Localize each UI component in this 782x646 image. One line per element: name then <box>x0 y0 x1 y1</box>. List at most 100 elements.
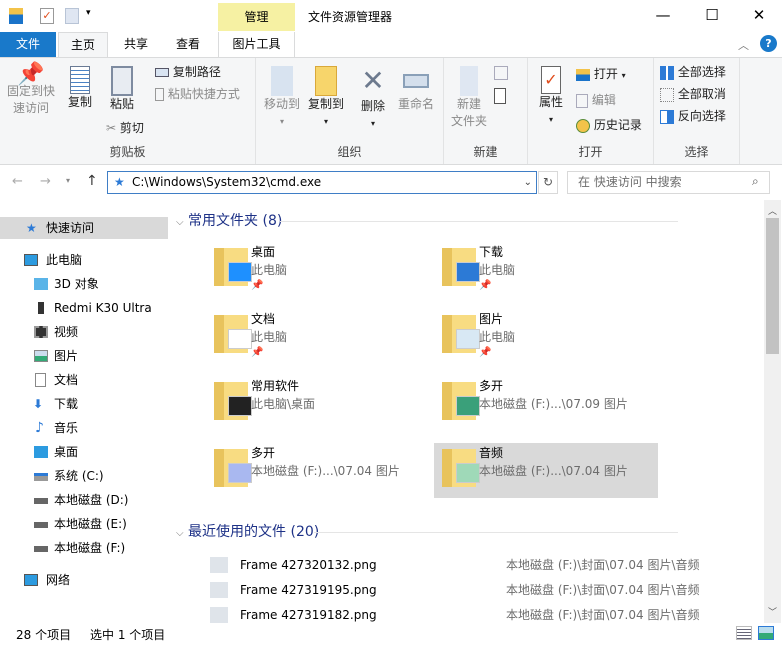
scroll-up-icon[interactable]: ︿ <box>768 204 777 217</box>
customize-toolbar-icon[interactable]: ▾ <box>86 8 91 18</box>
history-button[interactable]: 历史记录 <box>576 117 642 134</box>
pin-quick-access-button[interactable]: 📌 固定到快 速访问 <box>4 64 58 117</box>
refresh-button[interactable]: ↻ <box>538 171 558 194</box>
tab-view[interactable]: 查看 <box>164 32 212 57</box>
back-button[interactable]: ← <box>12 174 23 189</box>
rename-button[interactable]: 重命名 <box>394 66 438 113</box>
tab-file[interactable]: 文件 <box>0 32 56 57</box>
tab-share[interactable]: 共享 <box>112 32 160 57</box>
nav-3d-objects[interactable]: 3D 对象 <box>0 273 168 295</box>
folder-icon <box>214 248 252 286</box>
properties-button[interactable]: ✓ 属性 ▾ <box>534 66 568 128</box>
recent-files-header[interactable]: ⌵ 最近使用的文件 (20) <box>176 521 319 541</box>
nav-documents[interactable]: 文档 <box>0 369 168 391</box>
nav-desktop[interactable]: 桌面 <box>0 441 168 463</box>
select-all-button[interactable]: 全部选择 <box>660 64 726 81</box>
nav-drive-e[interactable]: 本地磁盘 (E:) <box>0 513 168 535</box>
up-button[interactable]: ↑ <box>86 173 98 189</box>
cut-button[interactable]: ✂ 剪切 <box>106 120 144 137</box>
frequent-folders-header[interactable]: ⌵ 常用文件夹 (8) <box>176 210 282 230</box>
open-group-label: 打开 <box>578 145 603 159</box>
open-button[interactable]: 打开 ▾ <box>576 66 626 84</box>
address-path[interactable]: C:\Windows\System32\cmd.exe <box>132 175 321 189</box>
forward-button[interactable]: → <box>40 174 51 189</box>
copy-button[interactable]: 复制 <box>62 66 98 111</box>
invert-selection-button[interactable]: 反向选择 <box>660 108 726 125</box>
image-thumbnail-icon <box>210 582 228 598</box>
new-folder-icon[interactable] <box>65 8 79 24</box>
nav-drive-f[interactable]: 本地磁盘 (F:) <box>0 537 168 559</box>
scrollbar-thumb[interactable] <box>766 218 779 354</box>
tab-home[interactable]: 主页 <box>58 32 108 59</box>
folder-location: 此电脑 <box>251 330 288 344</box>
select-group: 全部选择 全部取消 反向选择 选择 <box>654 58 740 164</box>
details-view-icon[interactable] <box>736 626 752 640</box>
copy-to-button[interactable]: 复制到 ▾ <box>304 66 348 130</box>
new-folder-icon <box>460 66 478 96</box>
nav-downloads[interactable]: ⬇ 下载 <box>0 393 168 415</box>
file-name: Frame 427319195.png <box>240 583 377 597</box>
new-folder-button[interactable]: 新建 文件夹 <box>448 66 490 130</box>
frequent-folder-tile[interactable]: 音频 本地磁盘 (F:)...\07.04 图片 <box>434 443 658 498</box>
move-to-button[interactable]: 移动到 ▾ <box>260 66 304 130</box>
maximize-button[interactable]: ☐ <box>697 6 727 26</box>
edit-button[interactable]: 编辑 <box>576 92 616 109</box>
scroll-down-icon[interactable]: ﹀ <box>768 605 777 618</box>
folder-name: 桌面 <box>251 245 276 259</box>
nav-drive-d[interactable]: 本地磁盘 (D:) <box>0 489 168 511</box>
divider <box>314 532 678 533</box>
paste-button[interactable]: 粘贴 <box>102 66 142 113</box>
scissors-icon: ✂ <box>106 121 117 135</box>
recent-locations-button[interactable]: ▾ <box>66 176 70 185</box>
new-item-icon[interactable] <box>494 66 508 80</box>
frequent-folder-tile[interactable]: 下载 此电脑 📌 <box>434 242 658 297</box>
folder-name: 音频 <box>479 446 504 460</box>
nav-redmi-phone[interactable]: Redmi K30 Ultra <box>0 297 168 319</box>
delete-button[interactable]: ✕ 删除 ▾ <box>356 64 390 132</box>
frequent-folder-tile[interactable]: 文档 此电脑 📌 <box>206 309 430 364</box>
manage-context-tab[interactable]: 管理 <box>218 3 295 31</box>
quick-access-star-icon: ★ <box>114 175 125 189</box>
recent-file-row[interactable]: Frame 427320132.png 本地磁盘 (F:)\封面\07.04 图… <box>206 554 746 576</box>
recent-file-row[interactable]: Frame 427319195.png 本地磁盘 (F:)\封面\07.04 图… <box>206 579 746 601</box>
content-pane: ⌵ 常用文件夹 (8) 桌面 此电脑 📌 下载 此电脑 📌 文档 此电脑 📌 图… <box>176 200 764 623</box>
nav-this-pc[interactable]: 此电脑 <box>0 249 168 271</box>
frequent-folder-tile[interactable]: 多开 本地磁盘 (F:)...\07.04 图片 <box>206 443 430 498</box>
collapse-ribbon-icon[interactable]: ︿ <box>738 37 749 53</box>
paste-shortcut-button[interactable]: 粘贴快捷方式 <box>155 86 240 103</box>
copy-path-button[interactable]: 复制路径 <box>155 64 221 81</box>
select-none-button[interactable]: 全部取消 <box>660 86 726 103</box>
minimize-button[interactable]: — <box>648 6 678 26</box>
large-icons-view-icon[interactable] <box>758 626 774 640</box>
frequent-folder-tile[interactable]: 图片 此电脑 📌 <box>434 309 658 364</box>
nav-drive-c[interactable]: 系统 (C:) <box>0 465 168 487</box>
frequent-folder-tile[interactable]: 多开 本地磁盘 (F:)...\07.09 图片 <box>434 376 658 431</box>
nav-quick-access[interactable]: ★ 快速访问 <box>0 217 168 239</box>
folder-location: 此电脑 <box>479 330 516 344</box>
edit-icon <box>576 93 588 108</box>
tab-picture-tools[interactable]: 图片工具 <box>218 32 295 57</box>
vertical-scrollbar[interactable]: ︿ ﹀ <box>764 200 781 623</box>
nav-network[interactable]: 网络 <box>0 569 168 591</box>
folder-location: 此电脑\桌面 <box>251 397 316 411</box>
address-dropdown-icon[interactable]: ⌄ <box>524 172 532 193</box>
delete-x-icon: ✕ <box>361 64 385 97</box>
close-button[interactable]: ✕ <box>744 6 774 26</box>
properties-icon[interactable]: ✓ <box>40 8 54 24</box>
selected-count: 选中 1 个项目 <box>90 628 166 642</box>
easy-access-icon[interactable] <box>494 88 506 104</box>
copy-icon <box>70 66 90 94</box>
frequent-folder-tile[interactable]: 桌面 此电脑 📌 <box>206 242 430 297</box>
search-input[interactable]: 在 快速访问 中搜索 <box>567 171 770 194</box>
item-count: 28 个项目 <box>16 628 72 642</box>
select-none-icon <box>660 87 674 102</box>
frequent-folder-tile[interactable]: 常用软件 此电脑\桌面 <box>206 376 430 431</box>
help-icon[interactable]: ? <box>760 35 777 52</box>
folder-icon <box>442 315 480 353</box>
recent-file-row[interactable]: Frame 427319182.png 本地磁盘 (F:)\封面\07.04 图… <box>206 604 746 623</box>
address-bar[interactable]: ★ C:\Windows\System32\cmd.exe ⌄ <box>107 171 537 194</box>
properties-check-icon: ✓ <box>541 66 561 94</box>
nav-music[interactable]: ♪ 音乐 <box>0 417 168 439</box>
nav-pictures[interactable]: 图片 <box>0 345 168 367</box>
nav-videos[interactable]: 视频 <box>0 321 168 343</box>
